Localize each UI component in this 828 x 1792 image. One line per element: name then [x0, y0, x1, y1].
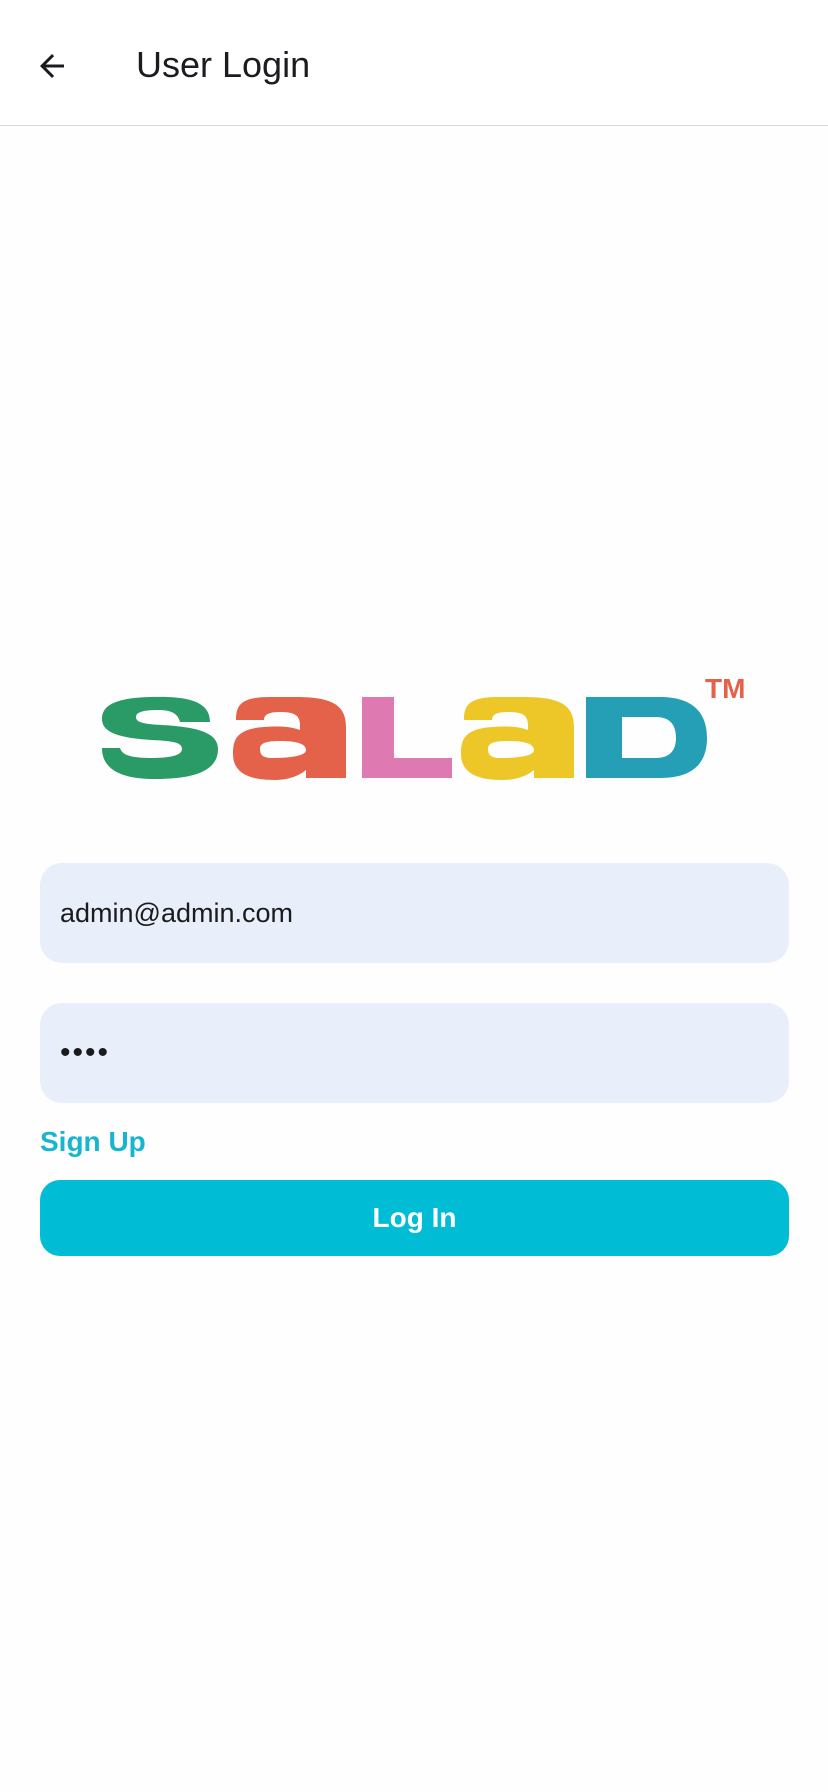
- email-field[interactable]: [40, 863, 789, 963]
- logo-letter-d: [586, 697, 707, 778]
- logo-letter-l: [362, 697, 452, 778]
- app-bar: User Login: [0, 0, 828, 126]
- salad-logo: TM: [102, 673, 745, 780]
- log-in-button[interactable]: Log In: [40, 1180, 789, 1256]
- page-title: User Login: [136, 44, 311, 85]
- logo-trademark: TM: [705, 673, 745, 704]
- sign-up-link[interactable]: Sign Up: [40, 1126, 146, 1158]
- logo-letter-s: [102, 696, 218, 779]
- logo-letter-a1: [233, 697, 346, 780]
- arrow-back-icon: [40, 54, 64, 78]
- logo-letter-a2: [461, 697, 574, 780]
- back-button[interactable]: [26, 40, 78, 92]
- password-field[interactable]: [40, 1003, 789, 1103]
